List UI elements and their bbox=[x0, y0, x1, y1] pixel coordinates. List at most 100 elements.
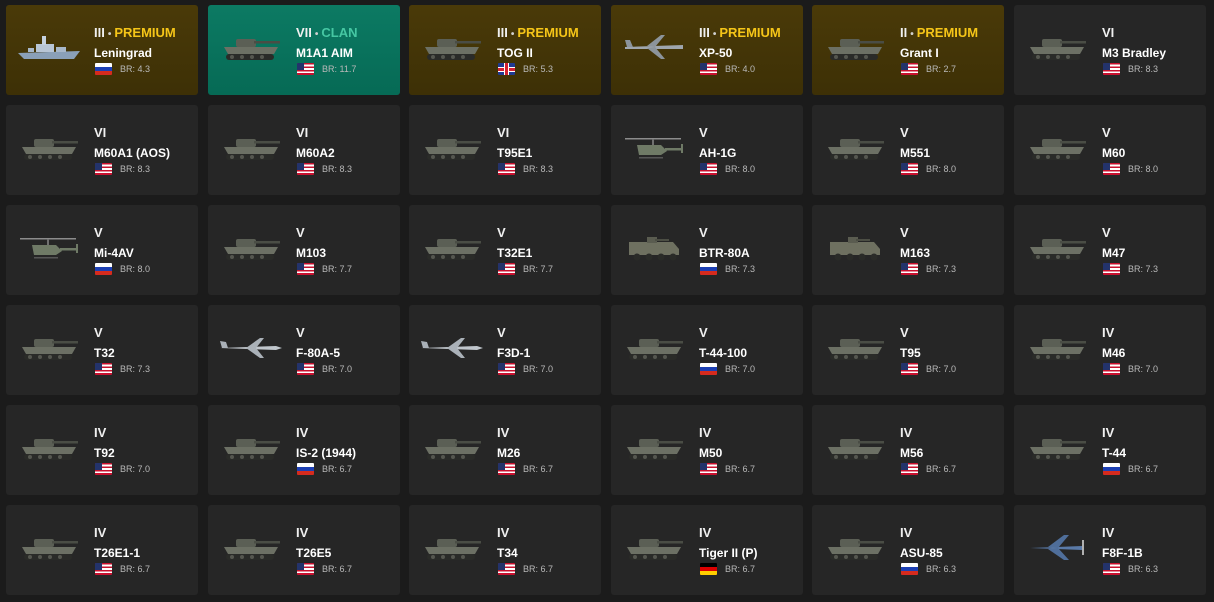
uk-flag-icon bbox=[498, 63, 515, 75]
vehicle-card[interactable]: IV T26E5 BR: 6.7 bbox=[208, 505, 400, 595]
tier-numeral: IV bbox=[94, 425, 107, 440]
vehicle-tier: V bbox=[900, 125, 909, 140]
vehicle-card[interactable]: V T95 BR: 7.0 bbox=[812, 305, 1004, 395]
vehicle-card[interactable]: V M103 BR: 7.7 bbox=[208, 205, 400, 295]
vehicle-card[interactable]: V T-44-100 BR: 7.0 bbox=[611, 305, 803, 395]
usa-flag-icon bbox=[901, 363, 918, 375]
vehicle-tier: IV bbox=[699, 425, 711, 440]
vehicle-card[interactable]: IV M50 BR: 6.7 bbox=[611, 405, 803, 495]
vehicle-card[interactable]: V M47 BR: 7.3 bbox=[1014, 205, 1206, 295]
vehicle-card[interactable]: IV M56 BR: 6.7 bbox=[812, 405, 1004, 495]
vehicle-card[interactable]: III • PREMIUM TOG II BR: 5.3 bbox=[409, 5, 601, 95]
battle-rating-row: BR: 7.7 bbox=[498, 263, 553, 275]
vehicle-card[interactable]: VI M60A2 BR: 8.3 bbox=[208, 105, 400, 195]
vehicle-name: M1A1 AIM bbox=[296, 46, 353, 60]
vehicle-card[interactable]: V BTR-80A BR: 7.3 bbox=[611, 205, 803, 295]
vehicle-card[interactable]: IV Tiger II (P) BR: 6.7 bbox=[611, 505, 803, 595]
battle-rating: BR: 7.7 bbox=[322, 264, 353, 274]
vehicle-card[interactable]: V T32E1 BR: 7.7 bbox=[409, 205, 601, 295]
vehicle-card[interactable]: V M60 BR: 8.0 bbox=[1014, 105, 1206, 195]
battle-rating-row: BR: 6.7 bbox=[297, 463, 352, 475]
vehicle-tier: IV bbox=[296, 525, 308, 540]
vehicle-name: M26 bbox=[497, 446, 521, 460]
battle-rating-row: BR: 6.7 bbox=[700, 563, 755, 575]
heli-thumbnail-icon bbox=[621, 127, 687, 167]
vehicle-name: M163 bbox=[900, 246, 931, 260]
vehicle-name: T26E1-1 bbox=[94, 546, 141, 560]
vehicle-card[interactable]: V M551 BR: 8.0 bbox=[812, 105, 1004, 195]
usa-flag-icon bbox=[297, 563, 314, 575]
tier-numeral: V bbox=[1102, 225, 1111, 240]
vehicle-card[interactable]: V F-80A-5 BR: 7.0 bbox=[208, 305, 400, 395]
vehicle-tier: III • PREMIUM bbox=[497, 25, 579, 40]
tier-numeral: IV bbox=[900, 425, 913, 440]
vehicle-tier: IV bbox=[1102, 425, 1114, 440]
battle-rating: BR: 2.7 bbox=[926, 64, 957, 74]
tier-numeral: IV bbox=[1102, 525, 1115, 540]
vehicle-card[interactable]: VI M60A1 (AOS) BR: 8.3 bbox=[6, 105, 198, 195]
vehicle-card[interactable]: V F3D-1 BR: 7.0 bbox=[409, 305, 601, 395]
usa-flag-icon bbox=[700, 463, 717, 475]
vehicle-tier: III • PREMIUM bbox=[699, 25, 781, 40]
vehicle-card[interactable]: V AH-1G BR: 8.0 bbox=[611, 105, 803, 195]
tank-thumbnail-icon bbox=[621, 527, 687, 567]
battle-rating-row: BR: 7.0 bbox=[498, 363, 553, 375]
vehicle-card[interactable]: V T32 BR: 7.3 bbox=[6, 305, 198, 395]
tier-numeral: IV bbox=[94, 525, 107, 540]
vehicle-card[interactable]: II • PREMIUM Grant I BR: 2.7 bbox=[812, 5, 1004, 95]
battle-rating-row: BR: 6.7 bbox=[700, 463, 755, 475]
prop-thumbnail-icon bbox=[1024, 527, 1090, 567]
battle-rating-row: BR: 8.3 bbox=[498, 163, 553, 175]
vehicle-card[interactable]: IV ASU-85 BR: 6.3 bbox=[812, 505, 1004, 595]
battle-rating-row: BR: 7.3 bbox=[700, 263, 755, 275]
vehicle-name: F-80A-5 bbox=[296, 346, 341, 360]
battle-rating: BR: 6.7 bbox=[523, 464, 554, 474]
vehicle-tier: V bbox=[699, 225, 708, 240]
tank-thumbnail-icon bbox=[822, 127, 888, 167]
vehicle-name: M3 Bradley bbox=[1102, 46, 1167, 60]
battle-rating: BR: 11.7 bbox=[322, 64, 357, 74]
usa-flag-icon bbox=[297, 363, 314, 375]
tier-numeral: V bbox=[497, 325, 506, 340]
tier-separator-dot: • bbox=[510, 29, 515, 40]
vehicle-card[interactable]: IV IS-2 (1944) BR: 6.7 bbox=[208, 405, 400, 495]
vehicle-card[interactable]: VI M3 Bradley BR: 8.3 bbox=[1014, 5, 1206, 95]
vehicle-name: T-44-100 bbox=[699, 346, 748, 360]
tank-thumbnail-icon bbox=[822, 527, 888, 567]
vehicle-card[interactable]: VII • CLAN M1A1 AIM BR: 11.7 bbox=[208, 5, 400, 95]
vehicle-card[interactable]: V M163 BR: 7.3 bbox=[812, 205, 1004, 295]
vehicle-card[interactable]: IV M26 BR: 6.7 bbox=[409, 405, 601, 495]
tier-numeral: V bbox=[497, 225, 506, 240]
vehicle-card[interactable]: IV T26E1-1 BR: 6.7 bbox=[6, 505, 198, 595]
tank-thumbnail-icon bbox=[419, 427, 485, 467]
vehicle-card[interactable]: III • PREMIUM Leningrad BR: 4.3 bbox=[6, 5, 198, 95]
clan-tag: CLAN bbox=[321, 25, 358, 40]
vehicle-card[interactable]: V Mi-4AV BR: 8.0 bbox=[6, 205, 198, 295]
tank-thumbnail-icon bbox=[218, 127, 284, 167]
tier-numeral: VI bbox=[1102, 25, 1115, 40]
apc-thumbnail-icon bbox=[621, 227, 687, 267]
vehicle-card[interactable]: IV T-44 BR: 6.7 bbox=[1014, 405, 1206, 495]
vehicle-tier: VI bbox=[94, 125, 106, 140]
battle-rating-row: BR: 8.0 bbox=[1103, 163, 1158, 175]
tier-numeral: III bbox=[699, 25, 710, 40]
vehicle-tier: V bbox=[497, 325, 506, 340]
vehicle-card[interactable]: IV F8F-1B BR: 6.3 bbox=[1014, 505, 1206, 595]
tier-numeral: IV bbox=[1102, 325, 1115, 340]
tier-separator-dot: • bbox=[910, 29, 914, 40]
vehicle-card[interactable]: IV T34 BR: 6.7 bbox=[409, 505, 601, 595]
battle-rating: BR: 6.3 bbox=[1128, 564, 1159, 574]
vehicle-card[interactable]: IV T92 BR: 7.0 bbox=[6, 405, 198, 495]
tier-numeral: V bbox=[699, 225, 708, 240]
vehicle-card[interactable]: IV M46 BR: 7.0 bbox=[1014, 305, 1206, 395]
tier-numeral: IV bbox=[296, 425, 309, 440]
vehicle-tier: IV bbox=[699, 525, 711, 540]
tank-thumbnail-icon bbox=[419, 527, 485, 567]
vehicle-tier: V bbox=[900, 225, 909, 240]
vehicle-card[interactable]: VI T95E1 BR: 8.3 bbox=[409, 105, 601, 195]
battle-rating: BR: 6.7 bbox=[725, 564, 756, 574]
usa-flag-icon bbox=[1103, 563, 1120, 575]
vehicle-card[interactable]: III • PREMIUM XP-50 BR: 4.0 bbox=[611, 5, 803, 95]
battle-rating-row: BR: 11.7 bbox=[297, 63, 356, 75]
tier-numeral: VII bbox=[296, 25, 312, 40]
